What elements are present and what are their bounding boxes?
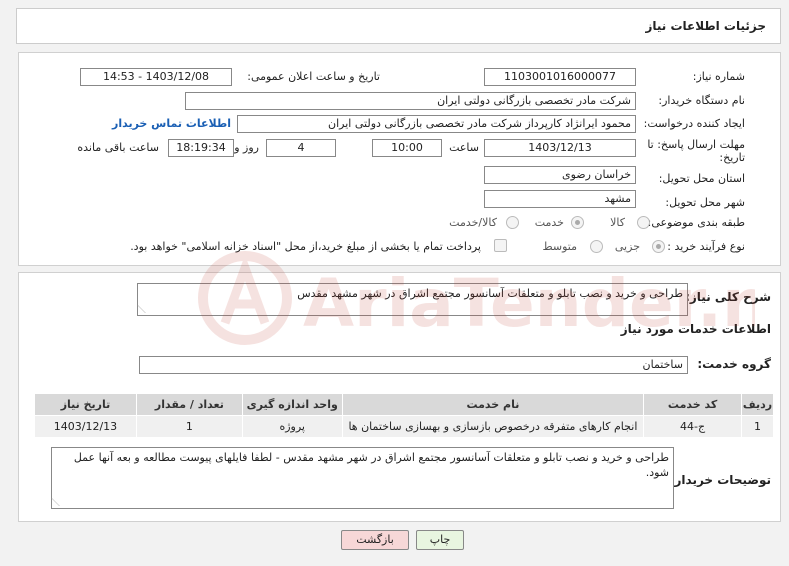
service-group-field: ساختمان — [139, 356, 688, 374]
cell-quantity: 1 — [135, 415, 243, 438]
cell-row-number: 1 — [741, 415, 774, 438]
deadline-date-label: تاریخ: — [719, 151, 745, 164]
category-goods-service-radio[interactable] — [506, 216, 519, 229]
process-minor-label: جزیی — [614, 240, 640, 253]
deadline-date-field: 1403/12/13 — [484, 139, 636, 157]
summary-text: طراحی و خرید و نصب تابلو و متعلقات آسانس… — [297, 287, 683, 300]
process-minor-radio[interactable] — [652, 240, 665, 253]
remaining-time-field: 18:19:34 — [168, 139, 234, 157]
city-label: شهر محل تحویل: — [665, 196, 745, 209]
col-unit-header: واحد اندازه گیری — [241, 393, 343, 416]
creator-label: ایجاد کننده درخواست: — [643, 117, 745, 130]
buyer-org-field: شرکت مادر تخصصی بازرگانی دولتی ایران — [185, 92, 636, 110]
category-service-radio[interactable] — [571, 216, 584, 229]
process-medium-radio[interactable] — [590, 240, 603, 253]
summary-label: شرح کلی نیاز: — [685, 290, 771, 304]
summary-textarea[interactable]: طراحی و خرید و نصب تابلو و متعلقات آسانس… — [137, 283, 688, 316]
buyer-notes-text: طراحی و خرید و نصب تابلو و متعلقات آسانس… — [73, 451, 669, 479]
cell-service-code: ج-44 — [643, 415, 743, 438]
col-name-header: نام خدمت — [341, 393, 645, 416]
col-row-header: ردیف — [741, 393, 774, 416]
remaining-label: ساعت باقی مانده — [77, 141, 159, 154]
need-number-label: شماره نیاز: — [692, 70, 745, 83]
category-label: طبقه بندی موضوعی: — [647, 216, 745, 229]
buyer-notes-label: توضیحات خریدار: — [669, 473, 771, 487]
cell-need-date: 1403/12/13 — [34, 415, 137, 438]
announce-field: 1403/12/08 - 14:53 — [80, 68, 232, 86]
back-button[interactable]: بازگشت — [341, 530, 409, 550]
col-code-header: کد خدمت — [643, 393, 743, 416]
need-number-field: 1103001016000077 — [484, 68, 636, 86]
page-title: جزئیات اطلاعات نیاز — [645, 19, 766, 33]
city-field: مشهد — [484, 190, 636, 208]
resize-grip-icon[interactable] — [137, 305, 153, 313]
treasury-checkbox[interactable] — [494, 239, 507, 252]
province-field: خراسان رضوی — [484, 166, 636, 184]
deadline-time-field: 10:00 — [372, 139, 442, 157]
category-goods-label: کالا — [610, 216, 625, 229]
print-button[interactable]: چاپ — [416, 530, 464, 550]
table-header-row: ردیف کد خدمت نام خدمت واحد اندازه گیری ت… — [34, 393, 774, 416]
buyer-org-label: نام دستگاه خریدار: — [658, 94, 745, 107]
cell-unit: پروژه — [241, 415, 343, 438]
process-label: نوع فرآیند خرید : — [667, 240, 745, 253]
buyer-contact-link[interactable]: اطلاعات تماس خریدار — [112, 117, 231, 130]
days-field: 4 — [266, 139, 336, 157]
service-group-label: گروه خدمت: — [697, 357, 771, 371]
services-section-title: اطلاعات خدمات مورد نیاز — [620, 322, 771, 336]
col-date-header: تاریخ نیاز — [34, 393, 137, 416]
page-header: جزئیات اطلاعات نیاز — [16, 8, 781, 44]
category-service-label: خدمت — [534, 216, 564, 229]
resize-grip-icon[interactable] — [51, 498, 67, 506]
buyer-notes-textarea[interactable]: طراحی و خرید و نصب تابلو و متعلقات آسانس… — [51, 447, 674, 509]
services-table: ردیف کد خدمت نام خدمت واحد اندازه گیری ت… — [34, 393, 774, 438]
treasury-note: پرداخت تمام یا بخشی از مبلغ خرید،از محل … — [130, 240, 481, 253]
announce-label: تاریخ و ساعت اعلان عمومی: — [247, 70, 380, 83]
category-goods-radio[interactable] — [637, 216, 650, 229]
days-label: روز و — [234, 141, 259, 154]
col-qty-header: تعداد / مقدار — [135, 393, 243, 416]
cell-service-name: انجام کارهای متفرقه درخصوص بازسازی و بهس… — [341, 415, 645, 438]
process-medium-label: متوسط — [542, 240, 577, 253]
creator-field: محمود ایرانژاد کارپرداز شرکت مادر تخصصی … — [237, 115, 636, 133]
province-label: استان محل تحویل: — [658, 172, 745, 185]
time-label: ساعت — [449, 141, 479, 154]
table-row: 1 ج-44 انجام کارهای متفرقه درخصوص بازساز… — [34, 415, 774, 438]
category-goods-service-label: کالا/خدمت — [449, 216, 497, 229]
deadline-label: مهلت ارسال پاسخ: تا — [647, 138, 745, 151]
